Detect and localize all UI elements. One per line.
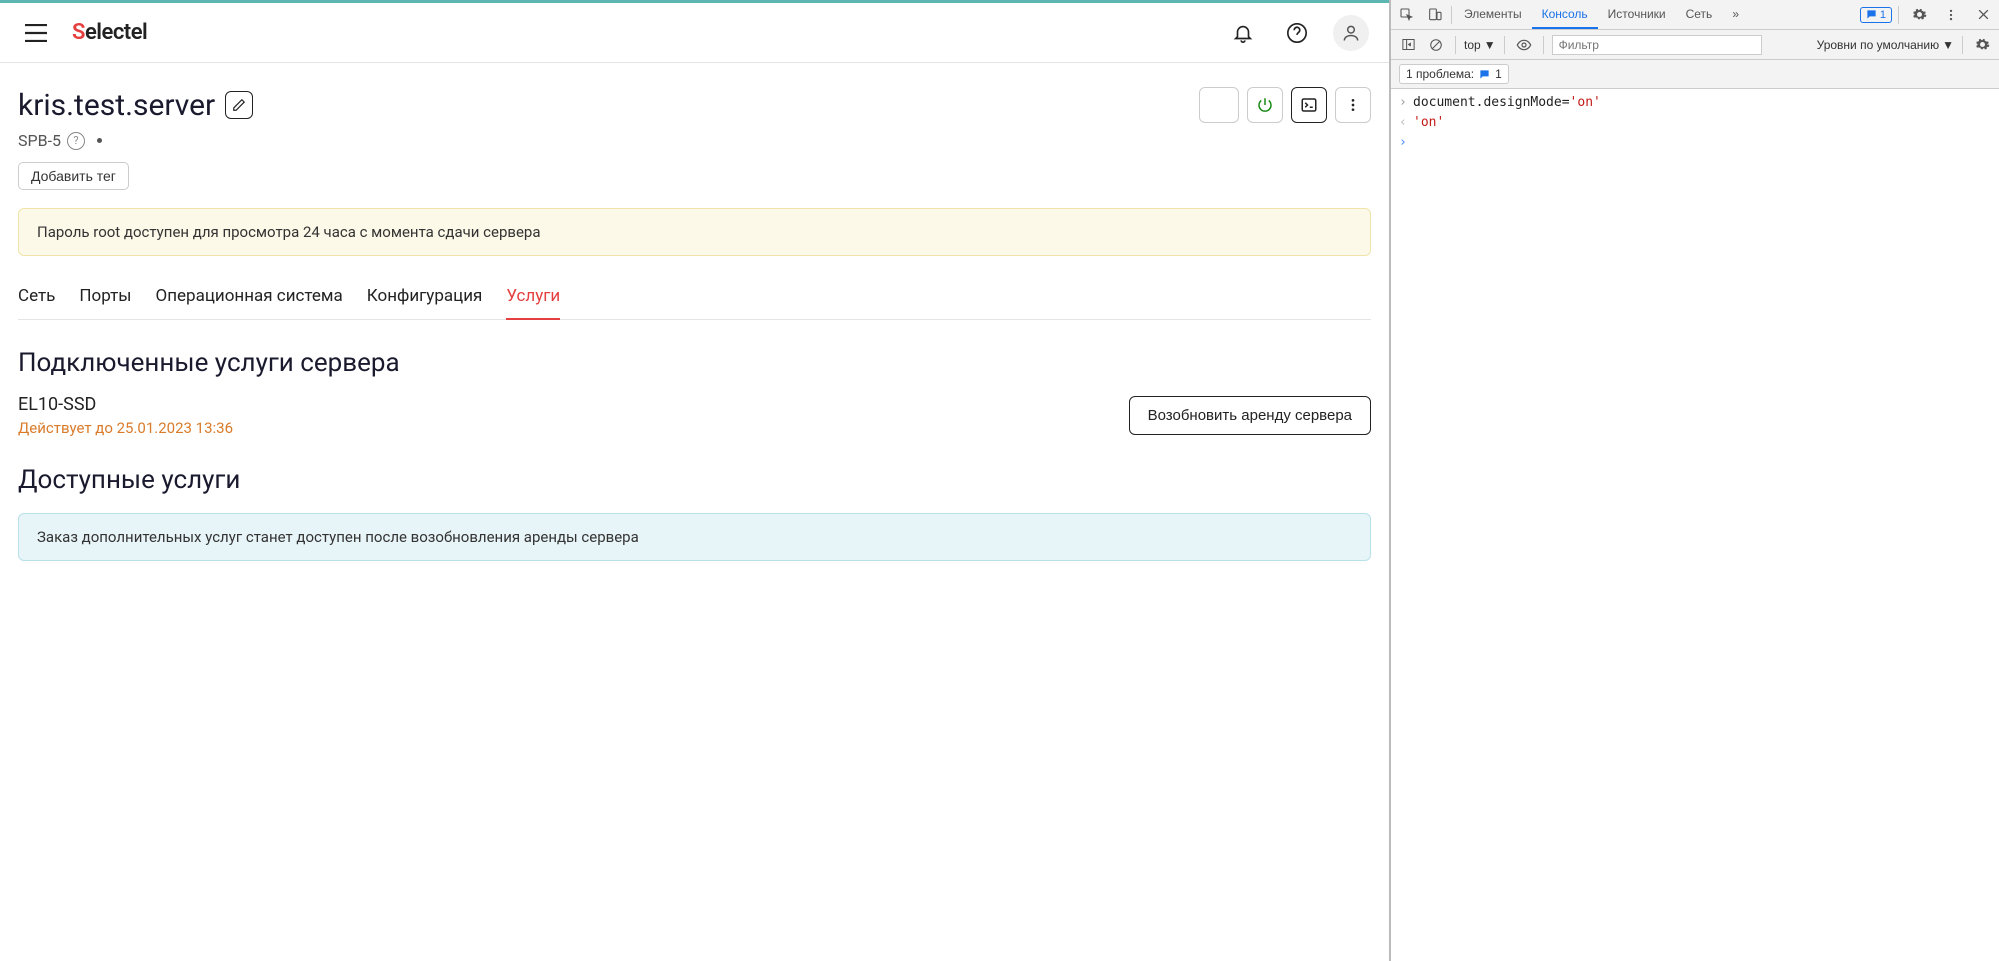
renew-server-button[interactable]: Возобновить аренду сервера	[1129, 396, 1371, 435]
devtools-tab-elements[interactable]: Элементы	[1454, 1, 1532, 29]
logo-rest: electel	[85, 20, 147, 45]
add-tag-button[interactable]: Добавить тег	[18, 162, 129, 190]
filter-input[interactable]	[1552, 35, 1762, 55]
console-output[interactable]: › document.designMode='on' ‹ 'on' ›	[1391, 89, 1999, 961]
edit-title-button[interactable]	[225, 91, 253, 119]
context-selector[interactable]: top ▼	[1464, 38, 1496, 52]
clear-icon	[1429, 38, 1443, 52]
chevron-down-icon: ▼	[1942, 38, 1954, 52]
devtools-settings-button[interactable]	[1905, 1, 1933, 29]
notifications-button[interactable]	[1225, 15, 1261, 51]
context-value: top	[1464, 38, 1481, 52]
tab-config[interactable]: Конфигурация	[367, 278, 483, 320]
status-button[interactable]	[1199, 87, 1239, 123]
connected-services-title: Подключенные услуги сервера	[18, 348, 1371, 378]
devtools-tab-network[interactable]: Сеть	[1676, 1, 1723, 29]
power-icon	[1256, 96, 1274, 114]
bell-icon	[1232, 22, 1254, 44]
location-label: SPB-5	[18, 131, 61, 150]
sidebar-icon	[1401, 37, 1416, 52]
user-icon	[1341, 23, 1361, 43]
devtools-tab-more[interactable]: »	[1722, 1, 1749, 29]
message-icon	[1479, 69, 1490, 80]
page-title: kris.test.server	[18, 88, 215, 123]
issues-badge[interactable]: 1	[1860, 7, 1892, 23]
console-output-value: 'on'	[1413, 114, 1444, 132]
console-settings-button[interactable]	[1971, 34, 1993, 56]
clear-console-button[interactable]	[1425, 34, 1447, 56]
console-button[interactable]	[1291, 87, 1327, 123]
pencil-icon	[232, 98, 246, 112]
gear-icon	[1975, 37, 1990, 52]
hamburger-icon	[25, 24, 47, 42]
inspect-icon	[1399, 7, 1415, 23]
tab-network[interactable]: Сеть	[18, 278, 55, 320]
message-icon	[1866, 9, 1877, 20]
devtools-close-button[interactable]	[1969, 1, 1997, 29]
prompt-arrow-icon: ›	[1399, 134, 1413, 152]
issues-text: 1 проблема:	[1406, 67, 1474, 81]
app-header: Selectel	[0, 3, 1389, 63]
issues-bar-count: 1	[1495, 67, 1502, 81]
levels-label: Уровни по умолчанию	[1817, 38, 1940, 52]
help-icon	[1286, 22, 1308, 44]
status-dot-icon	[97, 138, 102, 143]
root-password-warning: Пароль root доступен для просмотра 24 ча…	[18, 208, 1371, 256]
device-icon	[1427, 7, 1443, 23]
issues-count: 1	[1880, 9, 1886, 21]
service-name: EL10-SSD	[18, 394, 1129, 415]
tabs: Сеть Порты Операционная система Конфигур…	[18, 278, 1371, 320]
logo-s: S	[72, 20, 85, 45]
console-input-string: 'on'	[1570, 95, 1601, 110]
power-button[interactable]	[1247, 87, 1283, 123]
logo[interactable]: Selectel	[72, 20, 147, 45]
device-toggle-button[interactable]	[1421, 1, 1449, 29]
menu-button[interactable]	[20, 17, 52, 49]
devtools-panel: Элементы Консоль Источники Сеть » 1	[1389, 0, 1999, 961]
terminal-icon	[1300, 96, 1318, 114]
console-sidebar-toggle[interactable]	[1397, 34, 1419, 56]
tab-services[interactable]: Услуги	[506, 278, 560, 320]
live-expression-button[interactable]	[1513, 34, 1535, 56]
chevron-down-icon: ▼	[1484, 38, 1496, 52]
close-icon	[1977, 8, 1990, 21]
account-button[interactable]	[1333, 15, 1369, 51]
output-arrow-icon: ‹	[1399, 114, 1413, 132]
dots-vertical-icon	[1345, 97, 1361, 113]
available-services-title: Доступные услуги	[18, 465, 1371, 495]
devtools-menu-button[interactable]	[1937, 1, 1965, 29]
dots-vertical-icon	[1944, 8, 1958, 22]
eye-icon	[1516, 37, 1532, 53]
inspect-element-button[interactable]	[1393, 1, 1421, 29]
log-levels-selector[interactable]: Уровни по умолчанию ▼	[1817, 38, 1954, 52]
gear-icon	[1912, 7, 1927, 22]
help-button[interactable]	[1279, 15, 1315, 51]
devtools-tab-sources[interactable]: Источники	[1598, 1, 1676, 29]
available-services-info: Заказ дополнительных услуг станет доступ…	[18, 513, 1371, 561]
console-input-code: document.designMode=	[1413, 95, 1570, 110]
input-arrow-icon: ›	[1399, 94, 1413, 112]
issues-bar[interactable]: 1 проблема: 1	[1399, 64, 1509, 84]
tab-ports[interactable]: Порты	[79, 278, 131, 320]
service-expiration: Действует до 25.01.2023 13:36	[18, 419, 1129, 437]
location-help-icon[interactable]: ?	[67, 132, 85, 150]
more-button[interactable]	[1335, 87, 1371, 123]
tab-os[interactable]: Операционная система	[156, 278, 343, 320]
devtools-tab-console[interactable]: Консоль	[1532, 1, 1598, 29]
